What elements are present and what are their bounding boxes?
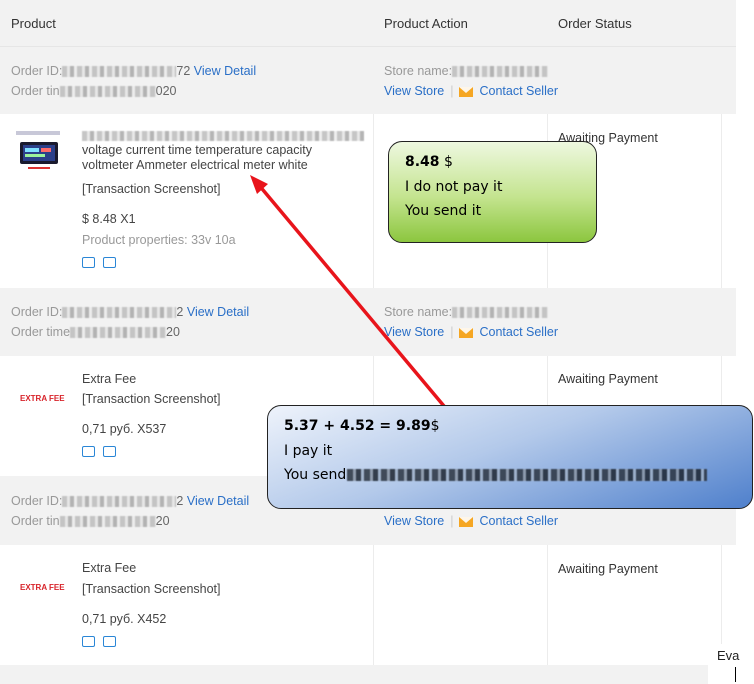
note-blue-formula: 5.37 + 4.52 = 9.89 [284,418,431,434]
note-blue-line2: I pay it [284,443,333,459]
note-green-currency: $ [444,154,453,170]
note-blue-line3: You send [284,467,347,483]
note-green: 8.48 $ I do not pay it You send it [388,141,597,243]
note-green-line3: You send it [405,203,482,219]
note-blue-currency: $ [430,418,440,434]
note-green-amount: 8.48 [405,154,440,170]
note-blue: 5.37 + 4.52 = 9.89$ I pay it You send [267,405,753,509]
annotation-arrow [250,175,492,463]
note-green-line2: I do not pay it [405,179,503,195]
